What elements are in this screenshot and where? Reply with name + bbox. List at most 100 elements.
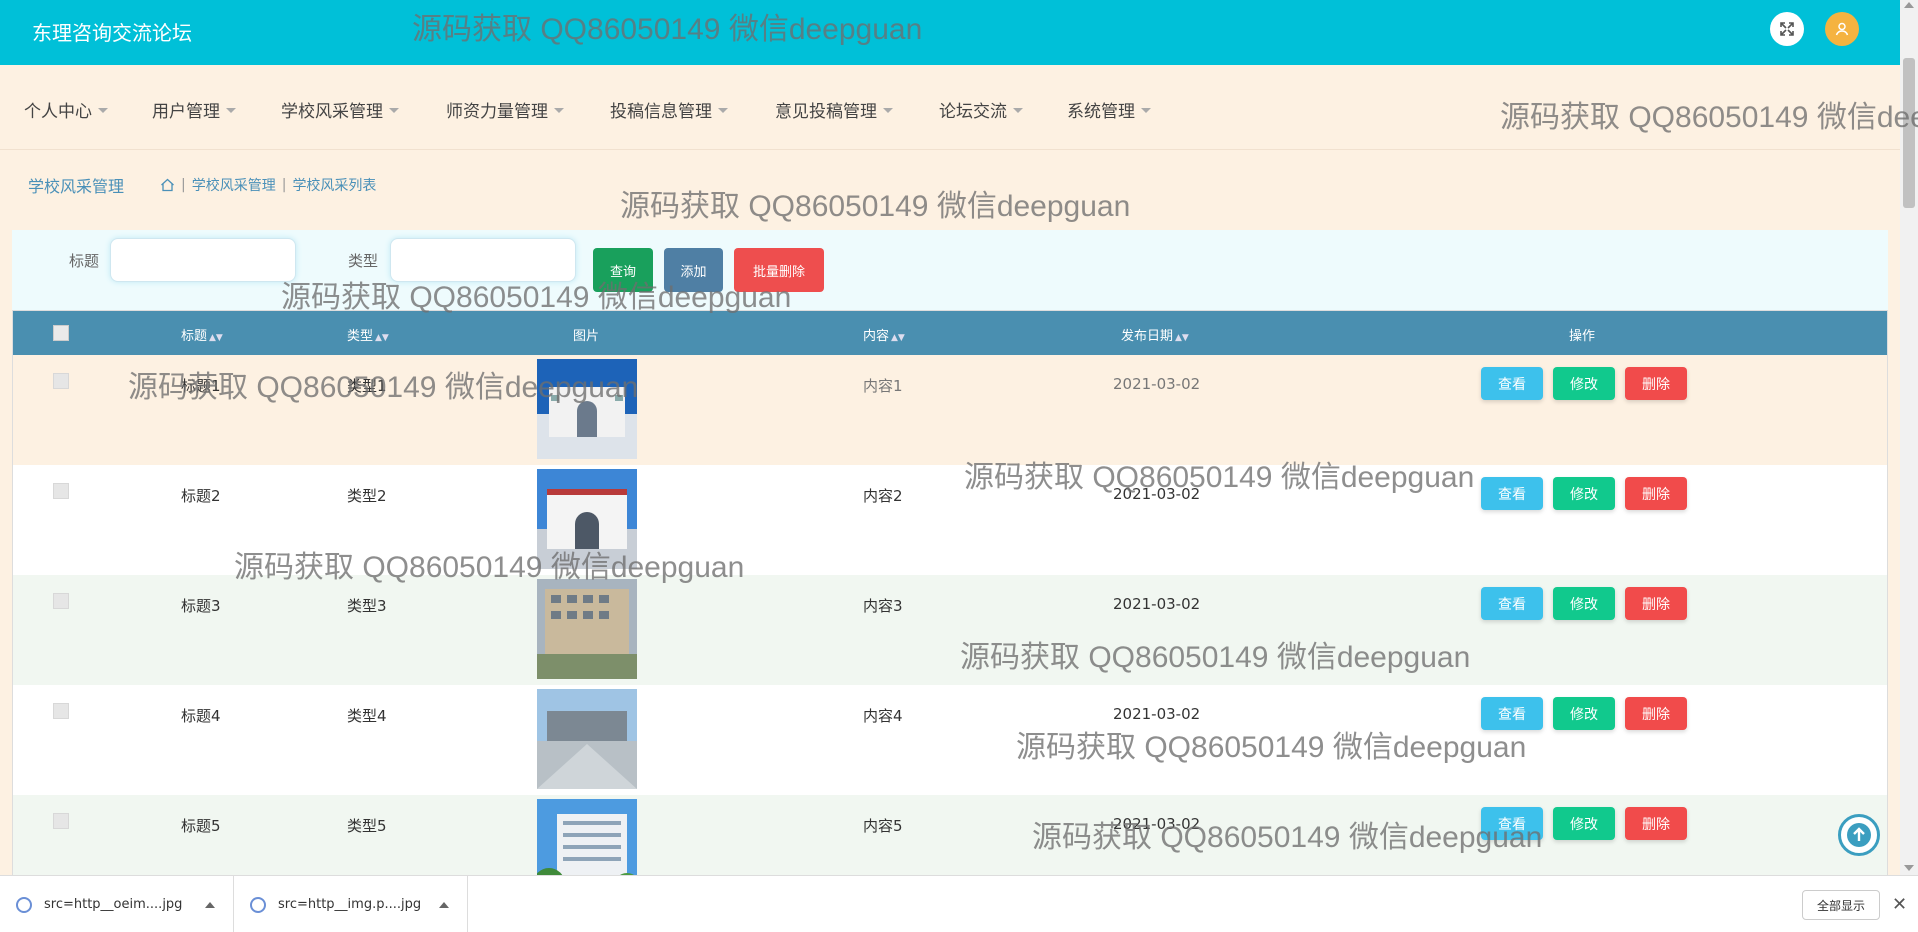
cell-title: 标题2 xyxy=(181,487,221,505)
column-label: 标题 xyxy=(181,329,208,344)
type-label: 类型 xyxy=(348,252,379,270)
view-button[interactable]: 查看 xyxy=(1481,807,1543,840)
cell-date: 2021-03-02 xyxy=(1113,815,1201,833)
download-bar: src=http__oeim....jpg src=http__img.p...… xyxy=(0,875,1918,932)
nav-item-school-style[interactable]: 学校风采管理 xyxy=(281,97,399,122)
column-header-content[interactable]: 内容 ▲▼ xyxy=(863,325,905,344)
chevron-up-icon[interactable] xyxy=(205,901,215,908)
nav-item-system[interactable]: 系统管理 xyxy=(1067,97,1151,122)
nav-item-label: 师资力量管理 xyxy=(446,102,548,122)
cell-type: 类型5 xyxy=(347,817,387,835)
scroll-up-icon[interactable] xyxy=(1904,2,1914,8)
title-label: 标题 xyxy=(69,252,100,270)
data-table: 标题 ▲▼ 类型 ▲▼ 图片 内容 ▲▼ 发布日期 ▲▼ 操作 标题1 类型1 内容1 … xyxy=(12,310,1888,878)
table-row: 标题2 类型2 内容2 2021-03-02 查看 修改 删除 xyxy=(13,465,1887,575)
column-header-date[interactable]: 发布日期 ▲▼ xyxy=(1121,325,1189,344)
close-icon[interactable]: ✕ xyxy=(1892,894,1907,915)
caret-down-icon xyxy=(389,108,399,113)
sort-icon: ▲▼ xyxy=(891,333,905,343)
nav-item-forum[interactable]: 论坛交流 xyxy=(939,97,1023,122)
page-title: 学校风采管理 xyxy=(28,177,125,196)
cell-title: 标题4 xyxy=(181,707,221,725)
breadcrumb-path: | 学校风采管理 | 学校风采列表 xyxy=(160,175,376,195)
nav-item-feedback[interactable]: 意见投稿管理 xyxy=(775,97,893,122)
column-header-title[interactable]: 标题 ▲▼ xyxy=(181,325,223,344)
download-item[interactable]: src=http__oeim....jpg xyxy=(16,876,234,932)
nav-item-label: 系统管理 xyxy=(1067,102,1135,122)
table-row: 标题3 类型3 内容3 2021-03-02 查看 修改 删除 xyxy=(13,575,1887,685)
bulk-delete-button[interactable]: 批量删除 xyxy=(734,248,824,292)
nav-item-label: 学校风采管理 xyxy=(281,102,383,122)
user-avatar-icon[interactable] xyxy=(1825,12,1859,46)
row-image[interactable] xyxy=(537,469,637,569)
view-button[interactable]: 查看 xyxy=(1481,367,1543,400)
view-button[interactable]: 查看 xyxy=(1481,697,1543,730)
breadcrumb-separator: | xyxy=(181,177,186,193)
nav-item-faculty[interactable]: 师资力量管理 xyxy=(446,97,564,122)
edit-button[interactable]: 修改 xyxy=(1553,367,1615,400)
row-checkbox[interactable] xyxy=(53,593,69,609)
nav-item-label: 论坛交流 xyxy=(939,102,1007,122)
column-header-image: 图片 xyxy=(573,329,600,344)
scroll-down-icon[interactable] xyxy=(1904,865,1914,871)
breadcrumb: 学校风采管理 | 学校风采管理 | 学校风采列表 xyxy=(0,151,1900,215)
back-to-top-button[interactable] xyxy=(1838,814,1880,856)
cell-date: 2021-03-02 xyxy=(1113,485,1201,503)
cell-content: 内容1 xyxy=(863,377,903,395)
sort-icon: ▲▼ xyxy=(375,333,389,343)
row-checkbox[interactable] xyxy=(53,373,69,389)
row-image[interactable] xyxy=(537,799,637,877)
download-filename: src=http__oeim....jpg xyxy=(44,897,183,912)
edit-button[interactable]: 修改 xyxy=(1553,697,1615,730)
edit-button[interactable]: 修改 xyxy=(1553,807,1615,840)
type-search-input[interactable] xyxy=(390,238,576,282)
download-filename: src=http__img.p....jpg xyxy=(278,897,422,912)
select-all-checkbox[interactable] xyxy=(53,325,69,341)
edit-button[interactable]: 修改 xyxy=(1553,587,1615,620)
row-checkbox[interactable] xyxy=(53,813,69,829)
cell-content: 内容3 xyxy=(863,597,903,615)
breadcrumb-item[interactable]: 学校风采管理 xyxy=(192,175,276,195)
scrollbar-thumb[interactable] xyxy=(1903,58,1915,208)
cell-date: 2021-03-02 xyxy=(1113,595,1201,613)
column-label: 发布日期 xyxy=(1121,329,1174,344)
row-checkbox[interactable] xyxy=(53,703,69,719)
query-button[interactable]: 查询 xyxy=(593,248,653,292)
edit-button[interactable]: 修改 xyxy=(1553,477,1615,510)
delete-button[interactable]: 删除 xyxy=(1625,477,1687,510)
download-item[interactable]: src=http__img.p....jpg xyxy=(250,876,468,932)
nav-item-submissions[interactable]: 投稿信息管理 xyxy=(610,97,728,122)
delete-button[interactable]: 删除 xyxy=(1625,367,1687,400)
table-row: 标题1 类型1 内容1 2021-03-02 查看 修改 删除 xyxy=(13,355,1887,465)
table-header: 标题 ▲▼ 类型 ▲▼ 图片 内容 ▲▼ 发布日期 ▲▼ 操作 xyxy=(13,311,1887,355)
breadcrumb-separator: | xyxy=(281,177,287,193)
page-scrollbar[interactable] xyxy=(1900,0,1918,875)
column-header-type[interactable]: 类型 ▲▼ xyxy=(347,325,389,344)
fullscreen-icon[interactable] xyxy=(1770,12,1804,46)
delete-button[interactable]: 删除 xyxy=(1625,697,1687,730)
file-icon xyxy=(16,896,32,913)
row-image[interactable] xyxy=(537,689,637,789)
delete-button[interactable]: 删除 xyxy=(1625,807,1687,840)
view-button[interactable]: 查看 xyxy=(1481,477,1543,510)
file-icon xyxy=(250,896,266,913)
chevron-up-icon[interactable] xyxy=(439,901,449,908)
column-label: 内容 xyxy=(863,329,890,344)
delete-button[interactable]: 删除 xyxy=(1625,587,1687,620)
cell-date: 2021-03-02 xyxy=(1113,705,1201,723)
nav-item-users[interactable]: 用户管理 xyxy=(152,97,236,122)
cell-content: 内容5 xyxy=(863,817,903,835)
home-icon[interactable] xyxy=(160,178,175,192)
cell-title: 标题1 xyxy=(181,377,221,395)
view-button[interactable]: 查看 xyxy=(1481,587,1543,620)
row-image[interactable] xyxy=(537,359,637,459)
cell-type: 类型2 xyxy=(347,487,387,505)
row-checkbox[interactable] xyxy=(53,483,69,499)
add-button[interactable]: 添加 xyxy=(664,248,723,292)
cell-content: 内容4 xyxy=(863,707,903,725)
row-image[interactable] xyxy=(537,579,637,679)
cell-type: 类型1 xyxy=(347,377,387,395)
title-search-input[interactable] xyxy=(110,238,296,282)
show-all-downloads-button[interactable]: 全部显示 xyxy=(1802,890,1880,920)
nav-item-profile[interactable]: 个人中心 xyxy=(24,97,108,122)
